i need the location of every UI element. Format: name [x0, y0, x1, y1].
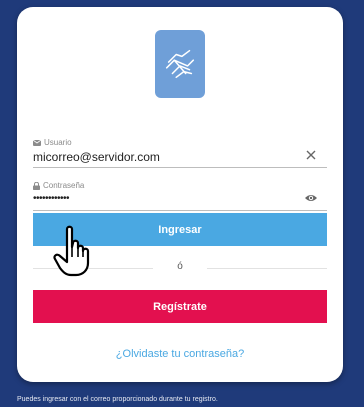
or-separator: ó	[177, 261, 183, 272]
password-label: Contraseña	[43, 181, 85, 190]
login-card: Usuario micorreo@servidor.com Contraseña…	[17, 7, 343, 382]
app-logo	[155, 30, 205, 98]
username-underline	[33, 167, 327, 168]
hand-pointer-icon	[53, 225, 90, 277]
login-footnote: Puedes ingresar con el correo proporcion…	[17, 396, 218, 403]
close-icon	[306, 150, 316, 160]
show-password-button[interactable]	[301, 188, 321, 208]
password-underline	[33, 210, 327, 211]
register-button[interactable]: Regístrate	[33, 290, 327, 323]
envelope-icon	[33, 139, 41, 146]
lock-icon	[33, 181, 40, 190]
clear-username-button[interactable]	[301, 145, 321, 165]
username-label-row: Usuario	[33, 138, 72, 147]
forgot-password-link[interactable]: ¿Olvidaste tu contraseña?	[33, 348, 327, 360]
divider-right	[207, 268, 327, 269]
username-field[interactable]: micorreo@servidor.com	[33, 150, 160, 164]
password-field[interactable]: ••••••••••••	[33, 193, 70, 204]
handshake-icon	[165, 49, 195, 79]
password-label-row: Contraseña	[33, 181, 84, 190]
username-label: Usuario	[44, 138, 72, 147]
eye-icon	[305, 195, 317, 201]
